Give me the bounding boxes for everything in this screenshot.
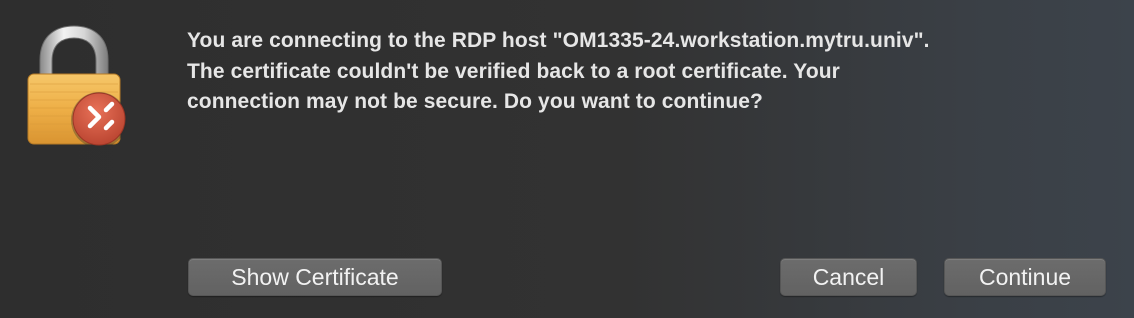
message-line: connection may not be secure. Do you wan… xyxy=(187,90,763,113)
padlock-icon xyxy=(27,25,127,148)
message-line: You are connecting to the RDP host "OM13… xyxy=(187,29,930,52)
dialog-message: You are connecting to the RDP host "OM13… xyxy=(187,26,1117,118)
continue-button[interactable]: Continue xyxy=(944,258,1106,296)
show-certificate-button[interactable]: Show Certificate xyxy=(188,258,442,296)
cancel-button[interactable]: Cancel xyxy=(780,258,917,296)
certificate-warning-dialog: You are connecting to the RDP host "OM13… xyxy=(0,0,1134,318)
message-line: The certificate couldn't be verified bac… xyxy=(187,59,840,83)
lock-rdp-icon xyxy=(22,24,132,149)
